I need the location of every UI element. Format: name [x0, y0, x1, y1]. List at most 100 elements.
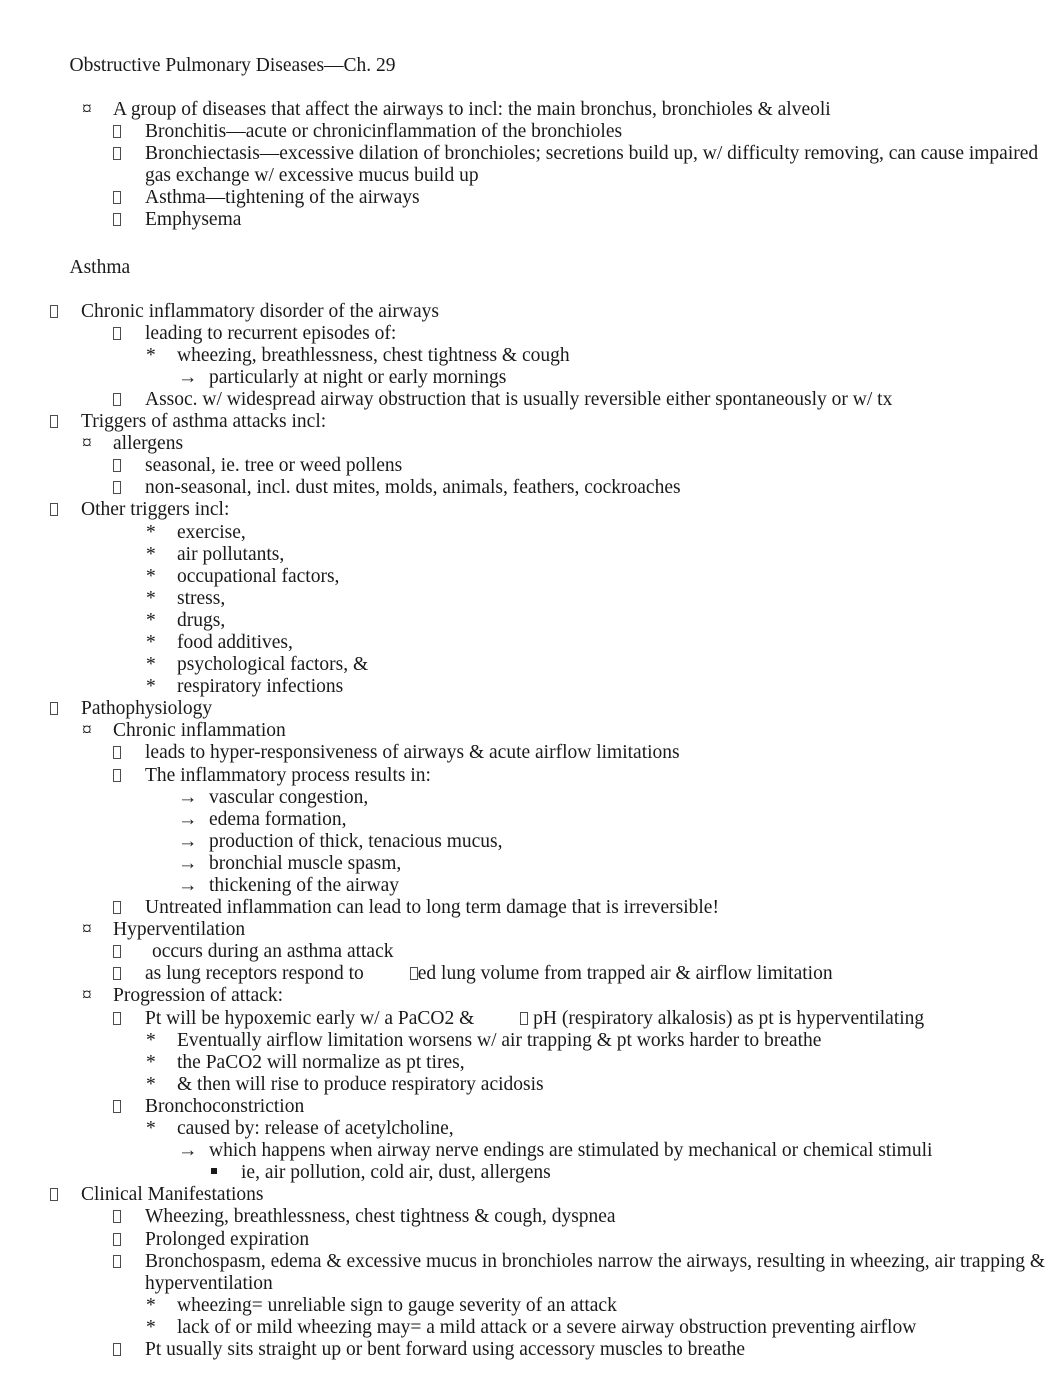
- outline-row-text: The inflammatory process results in:: [145, 764, 431, 786]
- outline-row-text: drugs,: [177, 609, 226, 631]
- outline-row-text: Chronic inflammation: [113, 720, 286, 742]
- outline-row: → vascular congestion,: [0, 787, 1062, 809]
- outline-row-text: lack of or mild wheezing may= a mild att…: [177, 1316, 917, 1338]
- outline-row-text: wheezing= unreliable sign to gauge sever…: [177, 1294, 617, 1316]
- outline-row-text: leads to hyper-responsiveness of airways…: [145, 742, 680, 764]
- outline-row-text: leading to recurrent episodes of:: [145, 322, 397, 344]
- outline-row: * respiratory infections: [0, 676, 1062, 698]
- outline-row: → thickening of the airway: [0, 875, 1062, 897]
- outline-row: Untreated inflammation can lead to long …: [0, 897, 1062, 919]
- outline-row-text: seasonal, ie. tree or weed pollens: [145, 455, 403, 477]
- outline-row-text: exercise,: [177, 521, 246, 543]
- bullet-missing-glyph-icon: [113, 455, 121, 477]
- outline-row: Chronic inflammatory disorder of the air…: [0, 301, 1062, 323]
- outline-row-text: non-seasonal, incl. dust mites, molds, a…: [145, 477, 681, 499]
- outline-row: The inflammatory process results in:: [0, 765, 1062, 787]
- outline-row: * & then will rise to produce respiratory…: [0, 1074, 1062, 1096]
- bullet-missing-glyph-icon: [113, 963, 121, 985]
- outline-row-text: A group of diseases that affect the airw…: [113, 99, 831, 120]
- bullet-square-icon: [211, 1162, 217, 1184]
- bullet-missing-glyph-icon: [113, 897, 121, 919]
- outline-row: → bronchial muscle spasm,: [0, 853, 1062, 875]
- outline-row: Bronchitis—acute or chronicinflammation …: [0, 121, 1062, 143]
- outline-row: Bronchospasm, edema & excessive mucus in…: [0, 1251, 1062, 1295]
- outline-row-text: Triggers of asthma attacks incl:: [81, 411, 327, 433]
- outline-row-text: vascular congestion,: [209, 786, 369, 808]
- outline-row-text: allergens: [113, 433, 184, 455]
- outline-row-text: Bronchospasm, edema & excessive mucus in…: [145, 1250, 1046, 1294]
- outline-row: Pt will be hypoxemic early w/ a PaCO2 & …: [0, 1008, 1062, 1030]
- bullet-missing-glyph-icon: [113, 187, 121, 209]
- bullet-asterisk-icon: *: [146, 1029, 156, 1051]
- inline-missing-glyph-icon: [409, 967, 418, 981]
- bullet-arrow-icon: →: [178, 786, 198, 808]
- outline-row: * stress,: [0, 588, 1062, 610]
- outline-row-text: Prolonged expiration: [145, 1228, 310, 1250]
- bullet-missing-glyph-icon: [113, 143, 121, 165]
- bullet-currency-icon: ¤: [82, 985, 92, 1007]
- outline-row-text: thickening of the airway: [209, 875, 400, 896]
- outline-row: Emphysema: [0, 209, 1062, 231]
- outline-row-text: Emphysema: [145, 209, 242, 231]
- bullet-asterisk-icon: *: [146, 676, 156, 698]
- bullet-asterisk-icon: *: [146, 631, 156, 653]
- bullet-asterisk-icon: *: [146, 1294, 156, 1316]
- page-title: Obstructive Pulmonary Diseases—Ch. 29: [0, 0, 1062, 99]
- bullet-missing-glyph-icon: [50, 1184, 58, 1206]
- document-page: Obstructive Pulmonary Diseases—Ch. 29 ¤ A…: [0, 0, 1062, 1377]
- outline-row-text: Pt will be hypoxemic early w/ a PaCO2 & …: [145, 1007, 925, 1029]
- outline-row: leads to hyper-responsiveness of airways…: [0, 742, 1062, 764]
- title-highlight-shade: [328, 33, 428, 53]
- bullet-asterisk-icon: *: [146, 587, 156, 609]
- outline-row-text: wheezing, breathlessness, chest tightnes…: [177, 344, 570, 366]
- outline-row-text: Progression of attack:: [113, 985, 284, 1007]
- outline-row: leading to recurrent episodes of:: [0, 323, 1062, 345]
- outline-row: as lung receptors respond to ed lung volu…: [0, 963, 1062, 985]
- outline-row: Pt usually sits straight up or bent forw…: [0, 1339, 1062, 1361]
- outline-row-text: bronchial muscle spasm,: [209, 852, 402, 874]
- bullet-currency-icon: ¤: [82, 720, 92, 742]
- bullet-asterisk-icon: *: [146, 1118, 156, 1140]
- outline-row-text: Hyperventilation: [113, 919, 246, 941]
- outline-row: Triggers of asthma attacks incl:: [0, 411, 1062, 433]
- outline-row: Pathophysiology: [0, 698, 1062, 720]
- outline-row: Assoc. w/ widespread airway obstruction …: [0, 389, 1062, 411]
- outline-row: * wheezing= unreliable sign to gauge seve…: [0, 1295, 1062, 1317]
- outline-row: ¤ Progression of attack:: [0, 985, 1062, 1007]
- bullet-currency-icon: ¤: [82, 99, 92, 120]
- outline-row-text: respiratory infections: [177, 676, 344, 698]
- bullet-missing-glyph-icon: [113, 1096, 121, 1118]
- outline-row-text: occupational factors,: [177, 565, 340, 587]
- outline-row-text: Eventually airflow limitation worsens w/…: [177, 1029, 822, 1051]
- outline-row: Bronchiectasis—excessive dilation of bro…: [0, 143, 1062, 187]
- outline-row-text: Chronic inflammatory disorder of the air…: [81, 300, 439, 322]
- bullet-arrow-icon: →: [178, 808, 198, 830]
- outline-row-text: edema formation,: [209, 808, 347, 830]
- bullet-missing-glyph-icon: [113, 323, 121, 345]
- outline-row: * exercise,: [0, 522, 1062, 544]
- outline-row: ie, air pollution, cold air, dust, aller…: [0, 1162, 1062, 1184]
- outline-row: Asthma—tightening of the airways: [0, 187, 1062, 209]
- bullet-missing-glyph-icon: [113, 742, 121, 764]
- bullet-missing-glyph-icon: [50, 698, 58, 720]
- bullet-asterisk-icon: *: [146, 1316, 156, 1338]
- bullet-currency-icon: ¤: [82, 919, 92, 941]
- outline-row: * the PaCO2 will normalize as pt tires,: [0, 1052, 1062, 1074]
- outline-row: non-seasonal, incl. dust mites, molds, a…: [0, 477, 1062, 499]
- outline-row: ¤ Hyperventilation: [0, 919, 1062, 941]
- outline-row-text: Other triggers incl:: [81, 499, 230, 521]
- outline-row: * wheezing, breathlessness, chest tightne…: [0, 345, 1062, 367]
- bullet-missing-glyph-icon: [113, 209, 121, 231]
- bullet-missing-glyph-icon: [113, 477, 121, 499]
- outline-row: * Eventually airflow limitation worsens w…: [0, 1030, 1062, 1052]
- bullet-asterisk-icon: *: [146, 1051, 156, 1073]
- outline-row: ¤ A group of diseases that affect the air…: [0, 99, 1062, 121]
- bullet-missing-glyph-icon: [113, 765, 121, 787]
- bullet-missing-glyph-icon: [113, 1339, 121, 1361]
- outline-row-text: Pathophysiology: [81, 698, 213, 720]
- outline-row-text: Assoc. w/ widespread airway obstruction …: [145, 388, 893, 410]
- outline-section-intro: ¤ A group of diseases that affect the air…: [0, 99, 1062, 232]
- bullet-missing-glyph-icon: [113, 389, 121, 411]
- outline-row: Bronchoconstriction: [0, 1096, 1062, 1118]
- bullet-asterisk-icon: *: [146, 521, 156, 543]
